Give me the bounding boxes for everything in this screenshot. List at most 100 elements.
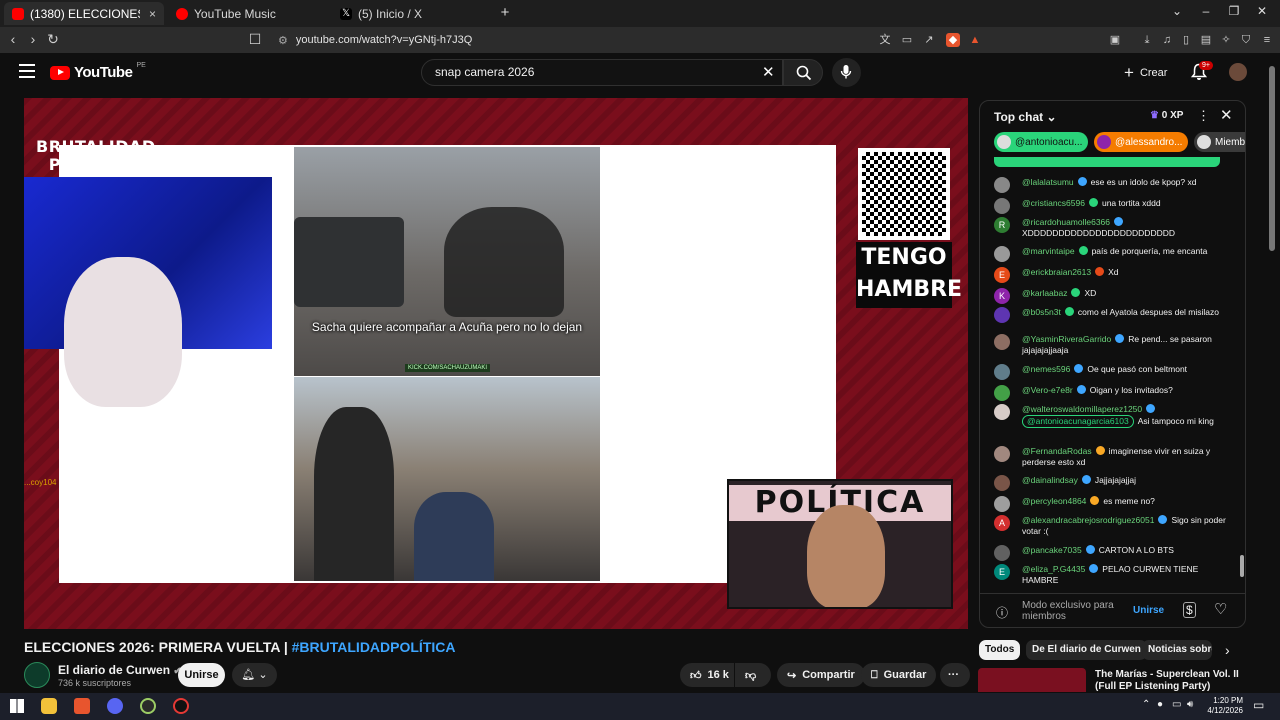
bookmark-icon[interactable]: ☐: [246, 31, 264, 48]
chat-avatar[interactable]: [994, 496, 1010, 512]
save-button[interactable]: ⎕ Guardar: [861, 663, 937, 687]
menu-icon[interactable]: ≡: [1260, 33, 1274, 47]
tray-chevron-icon[interactable]: ⌃: [1142, 699, 1150, 710]
chat-avatar[interactable]: [994, 198, 1010, 214]
dislike-button[interactable]: 👎︎: [735, 663, 771, 687]
chip-channel[interactable]: De El diario de Curwen: [1026, 640, 1147, 660]
chat-avatar[interactable]: [994, 385, 1010, 401]
chat-username[interactable]: @karlaabaz: [1022, 288, 1067, 298]
like-button[interactable]: 👍︎ 16 k: [680, 663, 734, 687]
back-icon[interactable]: ‹: [4, 31, 22, 47]
notification-center-icon[interactable]: ▭: [1253, 698, 1264, 712]
media-icon[interactable]: ♫: [1160, 33, 1174, 47]
video-hashtag[interactable]: #BRUTALIDADPOLÍTICA: [292, 639, 456, 655]
search-button[interactable]: [783, 59, 823, 86]
close-tab-icon[interactable]: ×: [149, 7, 156, 21]
brave-browser-icon[interactable]: [74, 698, 90, 714]
video-player[interactable]: BRUTALIDAD POLÍTICA Sacha quiere acompañ…: [24, 98, 968, 629]
chat-username[interactable]: @pancake7035: [1022, 545, 1082, 555]
join-button[interactable]: Unirse: [178, 663, 225, 687]
tab-youtube-video[interactable]: (1380) ELECCIONES 2026: PRI ×: [4, 2, 164, 25]
brave-rewards-icon[interactable]: ▲: [968, 33, 982, 47]
chat-username[interactable]: @eliza_P.G4435: [1022, 564, 1085, 574]
app-icon[interactable]: [140, 698, 156, 714]
pinned-chip-1[interactable]: @antonioacu...: [994, 132, 1088, 152]
clear-search-icon[interactable]: ✕: [762, 63, 775, 81]
super-chat-icon[interactable]: $: [1183, 602, 1196, 618]
tab-x[interactable]: 𝕏 (5) Inicio / X: [332, 2, 492, 25]
channel-name[interactable]: El diario de Curwen ✔: [58, 663, 182, 677]
xp-indicator[interactable]: ♛ 0 XP: [1150, 110, 1183, 121]
reload-icon[interactable]: ↻: [44, 31, 62, 48]
chat-avatar[interactable]: [994, 475, 1010, 491]
chat-mode-selector[interactable]: Top chat ⌄: [994, 110, 1057, 124]
chat-username[interactable]: @erickbraian2613: [1022, 267, 1091, 277]
chat-avatar[interactable]: [994, 364, 1010, 380]
chat-avatar[interactable]: [994, 545, 1010, 561]
share-button[interactable]: ↪ Compartir: [777, 663, 865, 687]
chat-username[interactable]: @cristiancs6596: [1022, 198, 1085, 208]
pinned-chip-3[interactable]: Miembr: [1194, 132, 1245, 152]
volume-icon[interactable]: 🔊︎: [1187, 699, 1193, 710]
tab-youtube-music[interactable]: YouTube Music: [168, 2, 328, 25]
chat-avatar[interactable]: [994, 334, 1010, 350]
chat-avatar[interactable]: [994, 307, 1010, 323]
chat-avatar[interactable]: R: [994, 217, 1010, 233]
chat-more-icon[interactable]: ⋮: [1197, 108, 1210, 124]
chat-username[interactable]: @ricardohuamolle6366: [1022, 217, 1110, 227]
members-join-link[interactable]: Unirse: [1133, 605, 1164, 616]
chip-todos[interactable]: Todos: [979, 640, 1021, 660]
chat-scrollbar[interactable]: [1240, 161, 1244, 581]
chip-news[interactable]: Noticias sobre: [1142, 640, 1212, 660]
youtube-logo[interactable]: YouTube PE: [50, 62, 146, 81]
chat-username[interactable]: @nemes596: [1022, 364, 1070, 374]
restore-icon[interactable]: ❐: [1224, 4, 1244, 18]
close-window-icon[interactable]: ✕: [1252, 4, 1272, 18]
leo-ai-icon[interactable]: ✧: [1219, 33, 1233, 47]
microphone-tray-icon[interactable]: ●: [1157, 699, 1163, 710]
chat-mention[interactable]: @antonioacunagarcia6103: [1022, 415, 1134, 428]
brave-shields-icon[interactable]: ◆: [946, 33, 960, 47]
new-tab-button[interactable]: +: [495, 4, 515, 21]
chat-avatar[interactable]: A: [994, 515, 1010, 531]
forward-icon[interactable]: ›: [24, 31, 42, 47]
chips-next-icon[interactable]: ›: [1225, 642, 1230, 658]
windows-start-icon[interactable]: [10, 699, 24, 713]
chat-username[interactable]: @FernandaRodas: [1022, 446, 1092, 456]
chat-scrollbar-thumb[interactable]: [1240, 555, 1244, 577]
info-icon[interactable]: ⓘ: [996, 604, 1008, 621]
subscription-bell-button[interactable]: 🔔︎ ⌄: [232, 663, 277, 687]
chat-username[interactable]: @YasminRiveraGarrido: [1022, 334, 1111, 344]
chat-avatar[interactable]: E: [994, 267, 1010, 283]
chat-avatar[interactable]: [994, 446, 1010, 462]
sidebar-icon[interactable]: ▣: [1108, 33, 1122, 47]
pinned-message-bar[interactable]: [994, 157, 1220, 167]
channel-avatar[interactable]: [24, 662, 50, 688]
chat-avatar[interactable]: K: [994, 288, 1010, 304]
chat-avatar[interactable]: E: [994, 564, 1010, 580]
downloads-icon[interactable]: ⤓: [1140, 33, 1154, 47]
chat-username[interactable]: @b0s5n3t: [1022, 307, 1061, 317]
chat-username[interactable]: @walteroswaldomillaperez1250: [1022, 404, 1142, 414]
chat-username[interactable]: @lalalatsumu: [1022, 177, 1074, 187]
pinned-chip-2[interactable]: @alessandro...: [1094, 132, 1188, 152]
page-scrollbar[interactable]: [1269, 60, 1275, 690]
network-icon[interactable]: ▭: [1172, 699, 1181, 710]
chat-username[interactable]: @alexandracabrejosrodriguez6051: [1022, 515, 1154, 525]
page-scrollbar-thumb[interactable]: [1269, 66, 1275, 251]
chat-avatar[interactable]: [994, 177, 1010, 193]
voice-search-button[interactable]: [832, 58, 861, 87]
chat-close-icon[interactable]: ✕: [1220, 106, 1233, 124]
hamburger-icon[interactable]: [19, 64, 35, 78]
minimize-icon[interactable]: –: [1196, 4, 1216, 18]
system-clock[interactable]: 1:20 PM 4/12/2026: [1199, 696, 1243, 716]
chat-avatar[interactable]: [994, 246, 1010, 262]
chat-avatar[interactable]: [994, 404, 1010, 420]
reading-list-icon[interactable]: ▯: [1179, 33, 1193, 47]
vpn-icon[interactable]: ⛉: [1239, 33, 1253, 47]
discord-icon[interactable]: [107, 698, 123, 714]
share-page-icon[interactable]: ↗: [922, 33, 936, 47]
site-info-icon[interactable]: ⚙: [278, 34, 288, 47]
heart-icon[interactable]: ♡: [1214, 600, 1227, 618]
chat-username[interactable]: @dainalindsay: [1022, 475, 1078, 485]
